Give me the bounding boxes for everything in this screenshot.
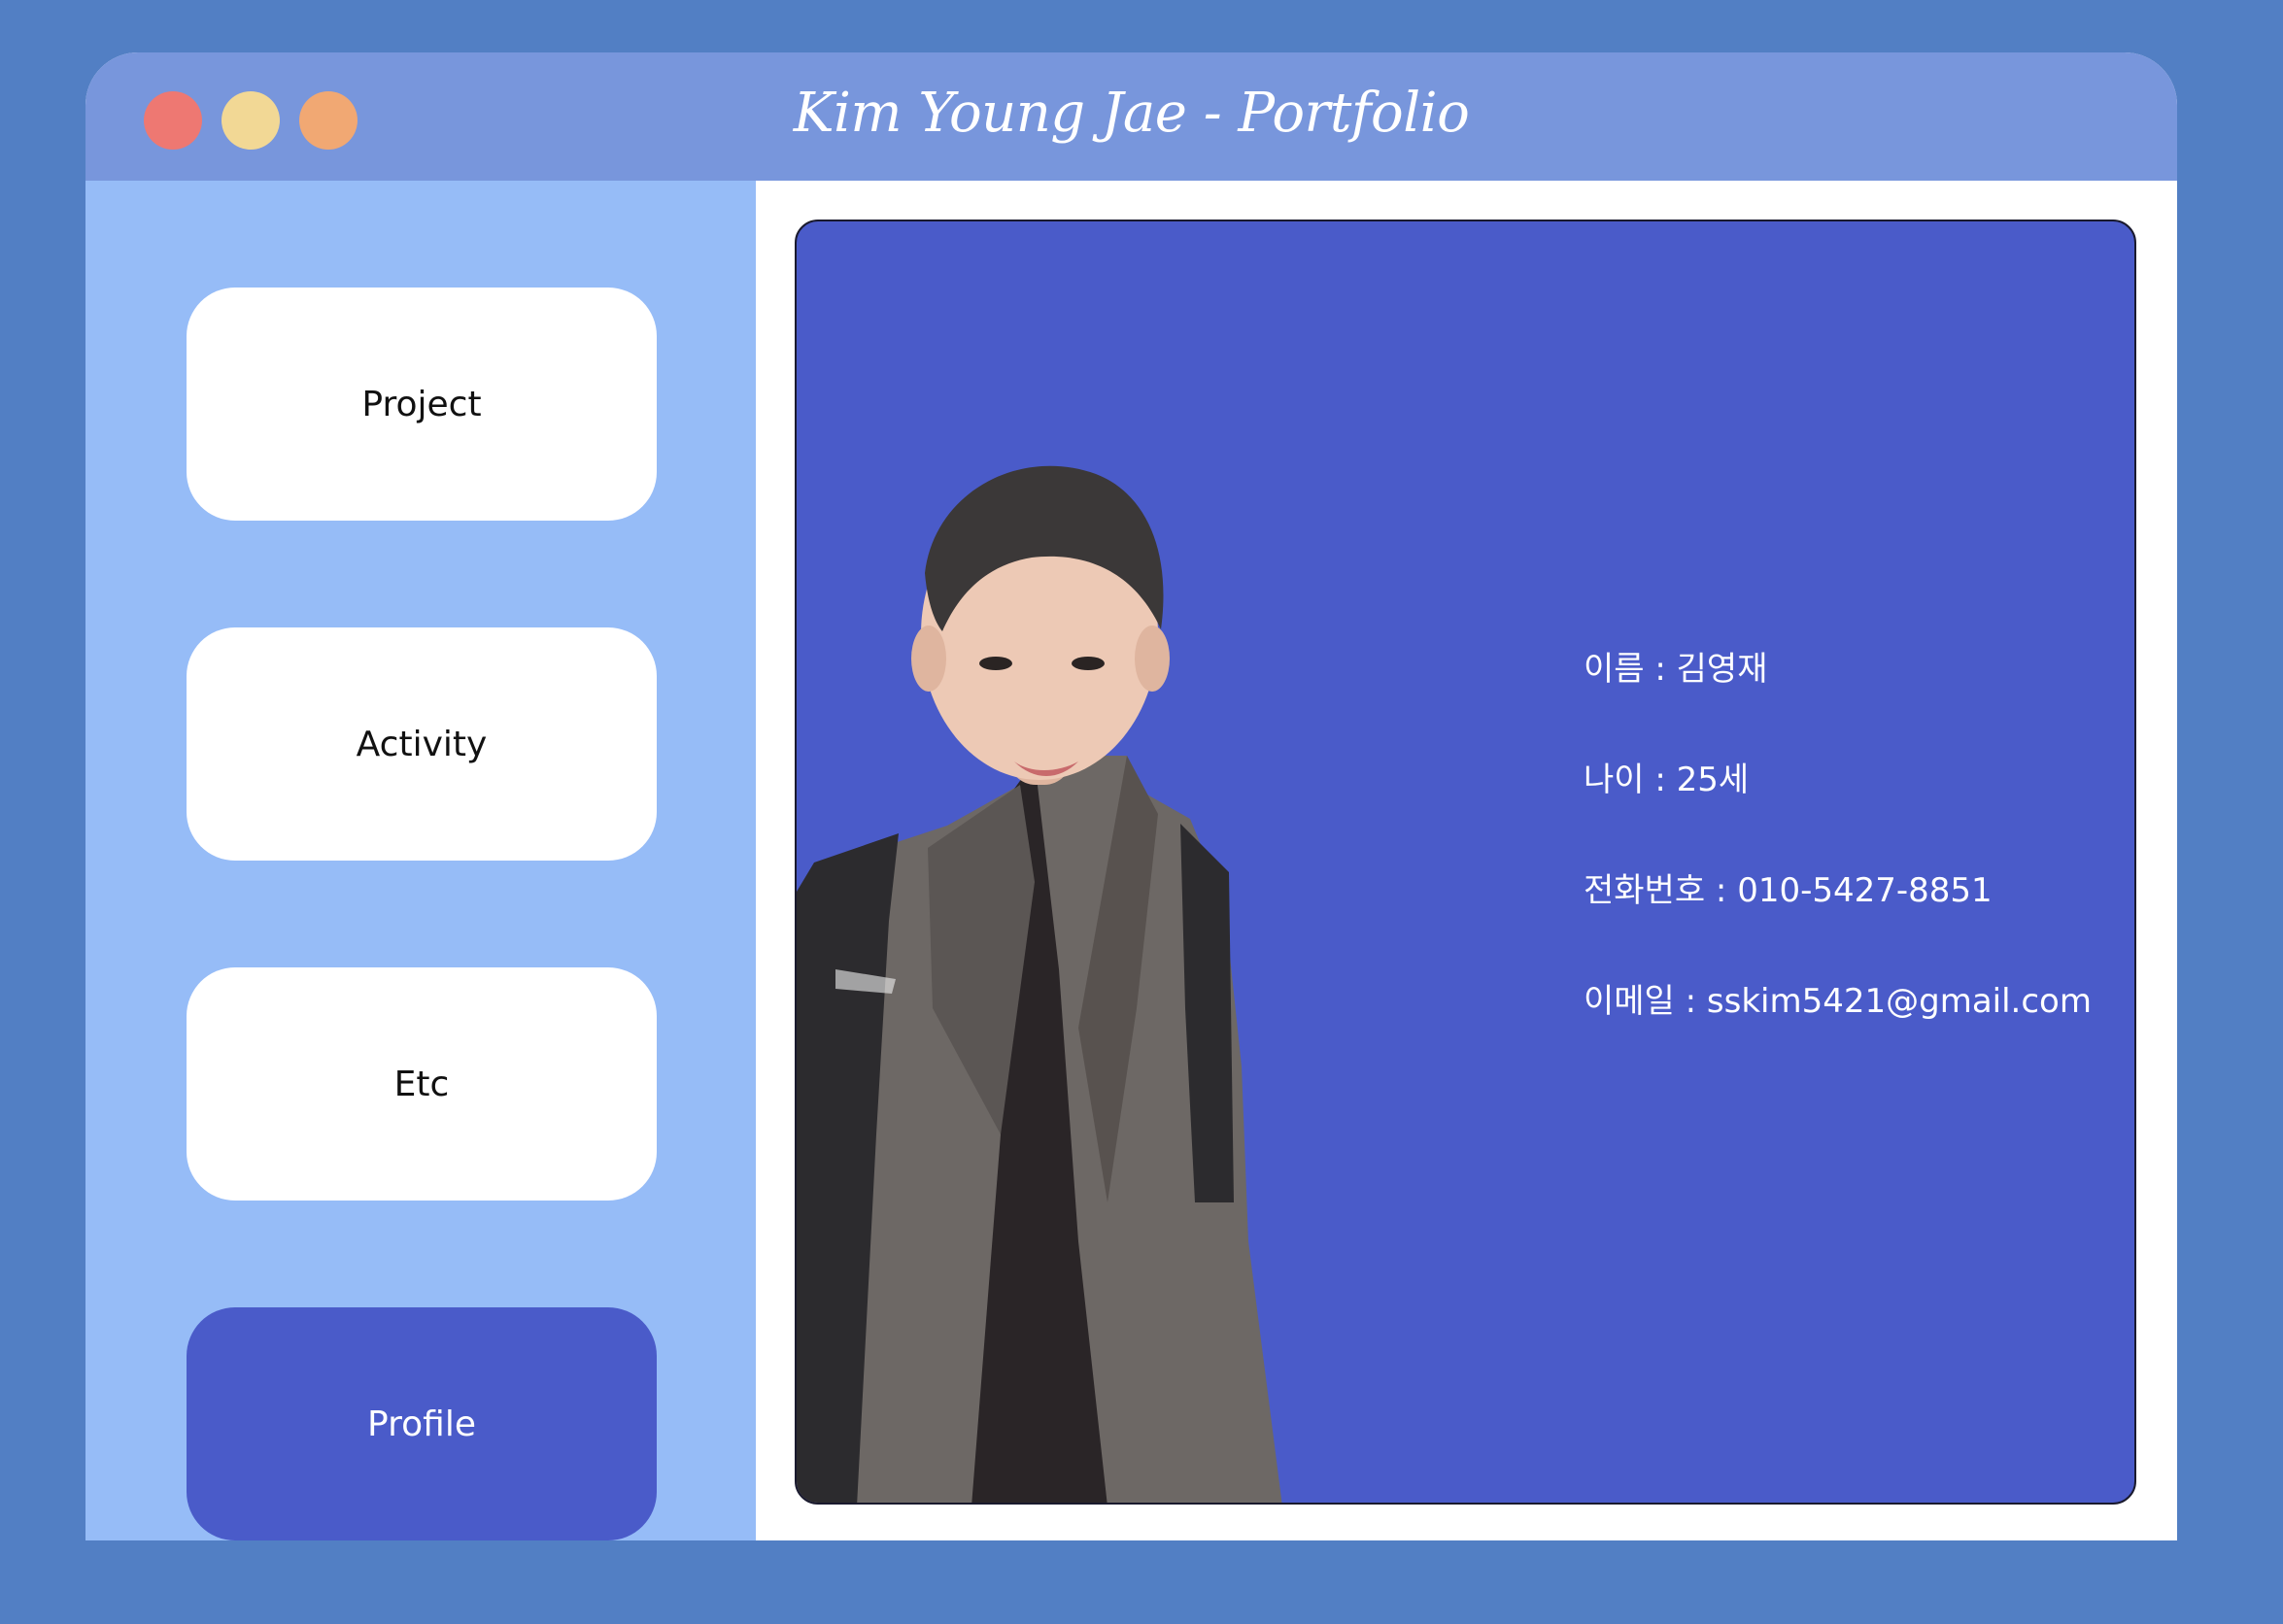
- portfolio-window: Kim Young Jae - Portfolio Project Activi…: [85, 52, 2177, 1540]
- main-content: 이름 : 김영재 나이 : 25세 전화번호 : 010-5427-8851 이…: [756, 181, 2177, 1540]
- profile-email: 이메일 : sskim5421@gmail.com: [1584, 982, 2092, 1021]
- profile-age: 나이 : 25세: [1584, 761, 1750, 799]
- nav-etc-button[interactable]: Etc: [187, 967, 657, 1201]
- profile-info: 이름 : 김영재 나이 : 25세 전화번호 : 010-5427-8851 이…: [1584, 649, 2092, 1092]
- window-title: Kim Young Jae - Portfolio: [793, 82, 1470, 145]
- nav-activity-button[interactable]: Activity: [187, 627, 657, 861]
- sidebar: Project Activity Etc Profile: [85, 181, 756, 1540]
- nav-project-button[interactable]: Project: [187, 288, 657, 521]
- title-bar: Kim Young Jae - Portfolio: [85, 52, 2177, 181]
- profile-photo: [797, 465, 1282, 1503]
- profile-card: 이름 : 김영재 나이 : 25세 전화번호 : 010-5427-8851 이…: [795, 220, 2136, 1505]
- profile-phone: 전화번호 : 010-5427-8851: [1584, 871, 1993, 910]
- nav-profile-button[interactable]: Profile: [187, 1307, 657, 1540]
- profile-name: 이름 : 김영재: [1584, 650, 1768, 689]
